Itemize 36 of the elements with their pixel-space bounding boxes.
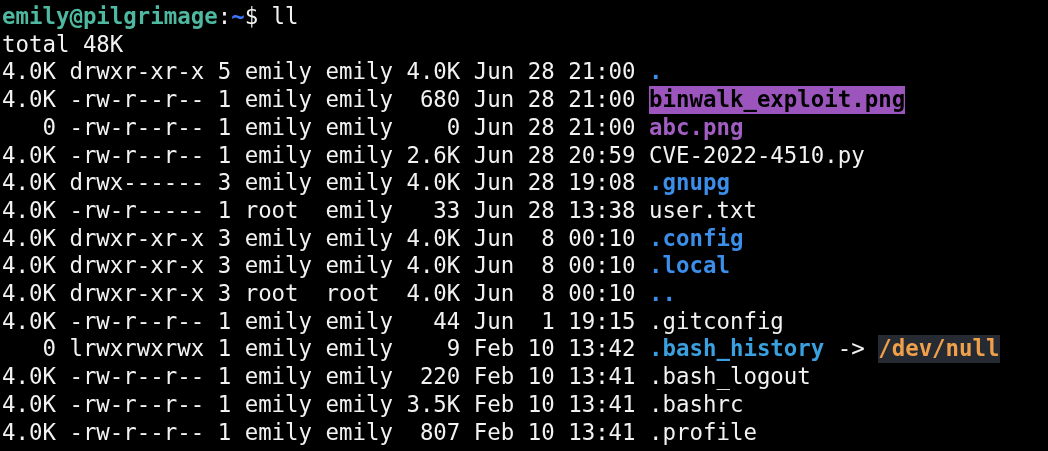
file-name: .bashrc	[649, 390, 744, 419]
prompt-path: ~	[231, 3, 245, 31]
file-name: .gnupg	[649, 169, 730, 197]
command-text: ll	[271, 3, 299, 31]
file-name: CVE-2022-4510.py	[649, 141, 865, 170]
file-name: .profile	[649, 418, 757, 447]
file-info: 4.0K -rw-r--r-- 1 emily emily 3.5K Feb 10 13:41	[2, 390, 636, 419]
file-info: 0 lrwxrwxrwx 1 emily emily 9 Feb 10 13:42	[41, 335, 636, 364]
file-info: 4.0K -rw-r--r-- 1 emily emily 2.6K Jun 28 20:59	[2, 141, 636, 170]
file-info: 4.0K -rw-r--r-- 1 emily emily 44 Jun 1 19:15	[2, 307, 636, 336]
file-info: 4.0K drwxr-xr-x 3 emily emily 4.0K Jun 8 00:10	[2, 252, 636, 281]
link-target: /dev/null	[878, 335, 1000, 364]
file-info: 4.0K drwxr-xr-x 5 emily emily 4.0K Jun 28 21:00	[2, 58, 636, 87]
file-name: .gitconfig	[649, 307, 784, 336]
file-info: 4.0K drwxr-xr-x 3 root root 4.0K Jun 8 00:10	[2, 280, 636, 308]
file-info: 4.0K -rw-r----- 1 root emily 33 Jun 28 13:38	[2, 196, 636, 225]
file-info: 4.0K -rw-r--r-- 1 emily emily 680 Jun 28 21:00	[2, 86, 636, 114]
file-info: 4.0K -rw-r--r-- 1 emily emily 807 Feb 10 13:41	[2, 418, 636, 447]
file-name: user.txt	[649, 196, 757, 225]
file-info: 4.0K drwxr-xr-x 3 emily emily 4.0K Jun 8 00:10	[2, 224, 636, 253]
total-text: total 48K	[2, 30, 124, 59]
prompt-user-host: emily@pilgrimage	[2, 3, 218, 31]
file-info: 4.0K drwx------ 3 emily emily 4.0K Jun 28 19:08	[2, 169, 636, 197]
link-arrow: ->	[837, 335, 865, 364]
file-name: binwalk_exploit.png	[649, 86, 906, 114]
prompt-symbol: $	[244, 3, 259, 31]
file-info: 4.0K -rw-r--r-- 1 emily emily 220 Feb 10 13:41	[2, 363, 636, 391]
file-name: ..	[649, 280, 676, 308]
file-name: .local	[649, 252, 730, 281]
file-name: .bash_logout	[649, 363, 811, 391]
file-name: .bash_history	[649, 335, 825, 364]
file-name: .	[649, 58, 663, 87]
file-name: abc.png	[649, 113, 744, 142]
file-name: .config	[649, 224, 744, 253]
prompt-separator: :	[217, 3, 232, 31]
file-info: 0 -rw-r--r-- 1 emily emily 0 Jun 28 21:00	[41, 113, 636, 142]
